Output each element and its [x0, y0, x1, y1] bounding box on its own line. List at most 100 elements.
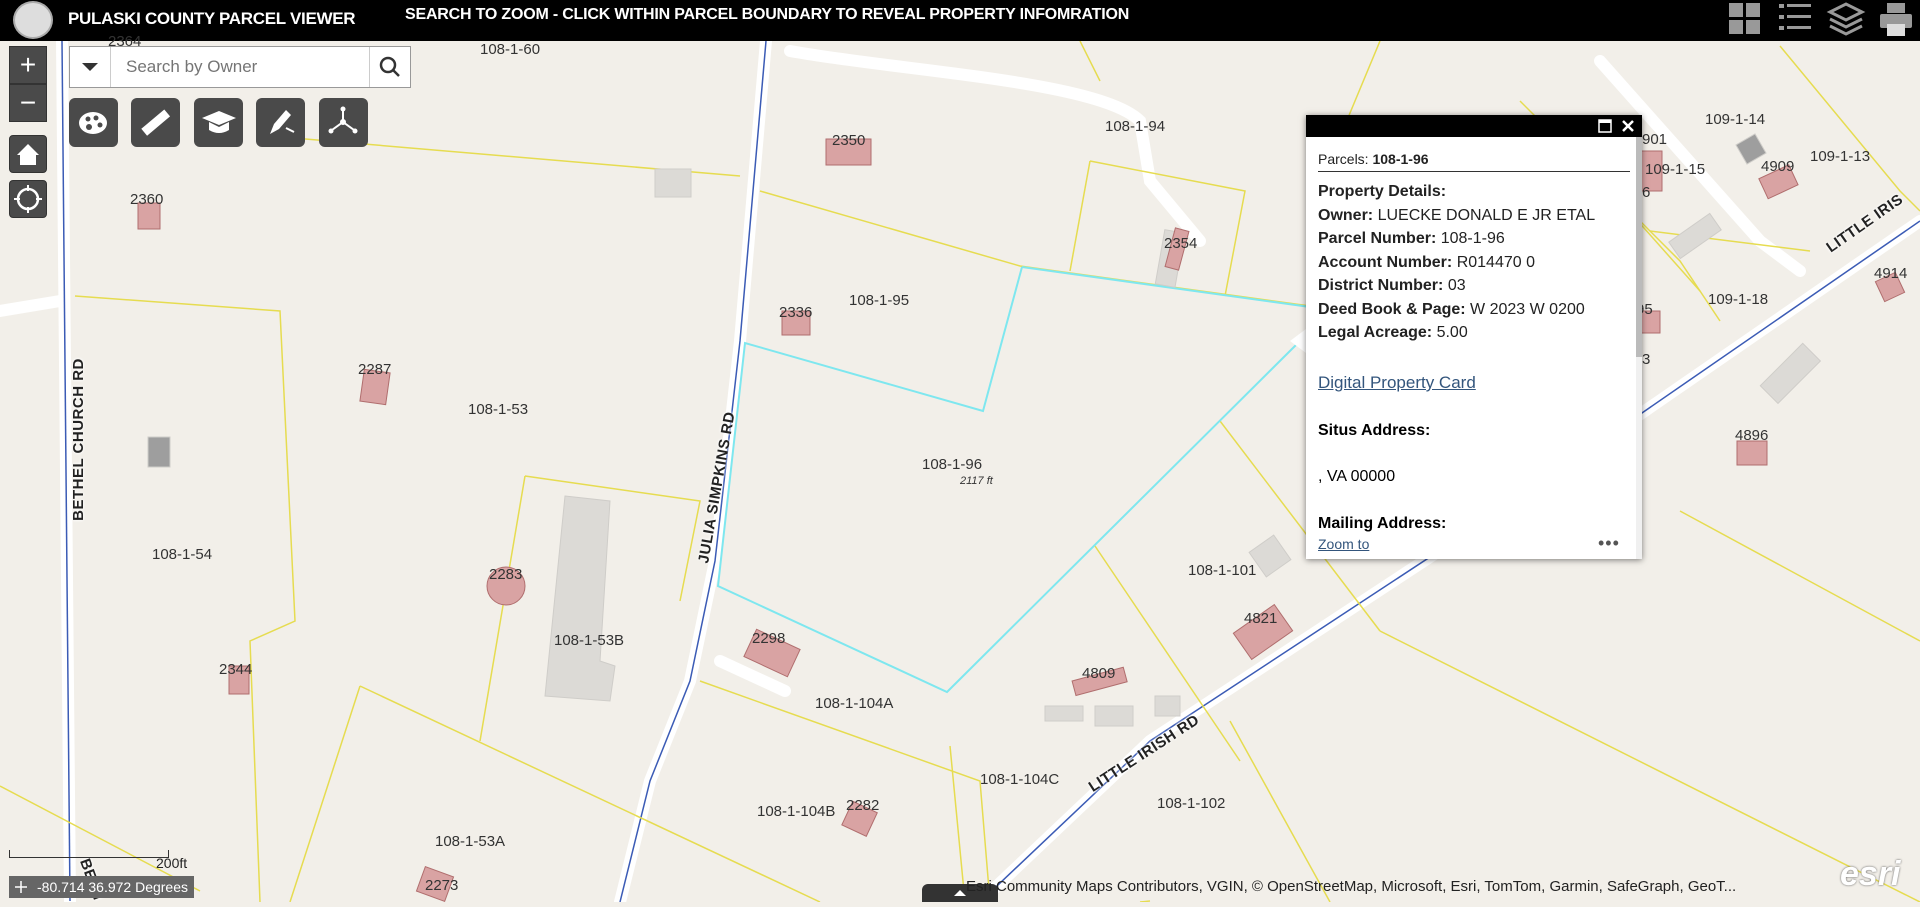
address-label: 2273	[425, 877, 459, 894]
grid-icon[interactable]	[1725, 0, 1765, 38]
measure-button[interactable]	[131, 98, 180, 147]
address-label: 6	[1642, 184, 1651, 201]
address-label: 2344	[219, 661, 253, 678]
coordinate-readout: -80.714 36.972 Degrees	[9, 876, 194, 898]
draw-icon	[270, 110, 295, 134]
parcel-label: 108-1-95	[849, 292, 910, 309]
address-label: 901	[1642, 131, 1668, 148]
property-details-heading: Property Details:	[1318, 183, 1447, 200]
top-bar: PULASKI COUNTY PARCEL VIEWER SEARCH TO Z…	[0, 0, 1920, 41]
address-label: 2354	[1164, 235, 1198, 252]
list-icon[interactable]	[1776, 0, 1816, 38]
address-label: 2298	[752, 630, 786, 647]
digital-property-card-link[interactable]: Digital Property Card	[1318, 373, 1476, 393]
search-button[interactable]	[369, 47, 410, 87]
parcel-label: 108-1-60	[480, 41, 541, 58]
parcel-label: 108-1-96	[922, 456, 983, 473]
graduation-cap-icon	[202, 111, 236, 133]
search-input[interactable]	[112, 47, 370, 87]
address-label: 2282	[846, 797, 880, 814]
county-seal-logo	[13, 1, 53, 39]
popup-header	[1306, 115, 1642, 137]
share-icon	[328, 106, 358, 134]
popup-title: Parcels: 108-1-96	[1318, 151, 1630, 172]
address-label: 4909	[1761, 158, 1795, 175]
district-number-label: District Number:	[1318, 277, 1444, 294]
close-icon[interactable]	[1620, 118, 1636, 134]
basemap-palette-icon	[79, 112, 107, 134]
layers-icon[interactable]	[1826, 0, 1866, 38]
elevation-label: 2117 ft	[960, 475, 993, 487]
parcel-label: 108-1-53B	[554, 632, 625, 649]
district-number-value: 03	[1447, 277, 1466, 294]
parcel-label: 108-1-104A	[815, 695, 894, 712]
search-source-dropdown[interactable]	[70, 47, 111, 87]
address-label: 2287	[358, 361, 392, 378]
parcel-label: 108-1-101	[1188, 562, 1257, 579]
print-icon[interactable]	[1876, 0, 1916, 38]
situs-address-value: , VA 00000	[1318, 468, 1396, 485]
search-icon	[379, 56, 400, 77]
share-button[interactable]	[319, 98, 368, 147]
parcel-label: 108-1-53	[468, 401, 529, 418]
parcel-number-value: 108-1-96	[1440, 230, 1505, 247]
address-label: 4914	[1874, 265, 1908, 282]
esri-logo: esri	[1840, 855, 1901, 893]
road-label: BETHEL CHURCH RD	[69, 358, 87, 521]
more-actions-button[interactable]: •••	[1598, 533, 1620, 554]
address-label: 2283	[489, 566, 523, 583]
scale-label: 200ft	[156, 855, 188, 871]
account-number-value: R014470 0	[1456, 253, 1535, 271]
parcel-label: 108-1-104C	[980, 771, 1060, 788]
parcel-number-label: Parcel Number:	[1318, 230, 1437, 247]
education-button[interactable]	[194, 98, 243, 147]
address-label: 4809	[1082, 665, 1116, 682]
mailing-address-label: Mailing Address:	[1318, 515, 1447, 532]
parcel-label: 108-1-54	[152, 546, 213, 563]
maximize-icon[interactable]	[1598, 119, 1612, 133]
deed-book-value: W 2023 W 0200	[1470, 300, 1585, 318]
zoom-out-button[interactable]: −	[9, 84, 47, 122]
parcel-label: 109-1-14	[1705, 111, 1766, 128]
home-button[interactable]	[9, 135, 47, 173]
scale-bar	[9, 850, 169, 858]
zoom-to-link[interactable]: Zoom to	[1318, 536, 1369, 552]
basemap-button[interactable]	[69, 98, 118, 147]
coordinate-text: -80.714 36.972 Degrees	[37, 879, 188, 895]
parcel-label: 108-1-104B	[757, 803, 836, 820]
popup-scrollbar[interactable]	[1636, 137, 1642, 559]
locate-button[interactable]	[9, 180, 47, 218]
zoom-in-button[interactable]: +	[9, 46, 47, 84]
search-box	[69, 46, 411, 88]
parcel-popup: Parcels: 108-1-96 Property Details: Owne…	[1306, 115, 1642, 559]
address-label: 2336	[779, 304, 813, 321]
account-number-label: Account Number:	[1318, 253, 1453, 271]
instructions-banner: SEARCH TO ZOOM - CLICK WITHIN PARCEL BOU…	[405, 6, 1130, 23]
parcel-label: 108-1-53A	[435, 833, 506, 850]
popup-scroll-thumb[interactable]	[1636, 137, 1642, 357]
deed-book-label: Deed Book & Page:	[1318, 300, 1466, 318]
owner-value: LUECKE DONALD E JR ETAL	[1377, 206, 1596, 224]
crosshair-icon	[15, 881, 27, 893]
app-title: PULASKI COUNTY PARCEL VIEWER	[68, 9, 356, 28]
parcel-label: 109-1-18	[1708, 291, 1769, 308]
parcel-label: 109-1-15	[1645, 161, 1706, 178]
parcel-label: 108-1-102	[1157, 795, 1226, 812]
popup-title-label: Parcels:	[1318, 151, 1373, 167]
owner-label: Owner:	[1318, 206, 1374, 224]
legal-acreage-value: 5.00	[1436, 324, 1468, 341]
measure-ruler-icon	[141, 109, 171, 136]
address-label: 4821	[1244, 610, 1278, 627]
address-label: 4896	[1735, 427, 1769, 444]
draw-button[interactable]	[256, 98, 305, 147]
popup-title-value: 108-1-96	[1372, 151, 1429, 167]
address-label: 3	[1642, 351, 1651, 368]
parcel-label: 109-1-13	[1810, 148, 1871, 165]
address-label: 2360	[130, 191, 164, 208]
address-label: 2350	[832, 132, 866, 149]
situs-address-label: Situs Address:	[1318, 422, 1431, 439]
chevron-down-icon	[82, 63, 98, 71]
home-icon	[17, 144, 39, 165]
locate-icon	[14, 185, 42, 213]
map-attribution: Esri Community Maps Contributors, VGIN, …	[966, 878, 1737, 895]
